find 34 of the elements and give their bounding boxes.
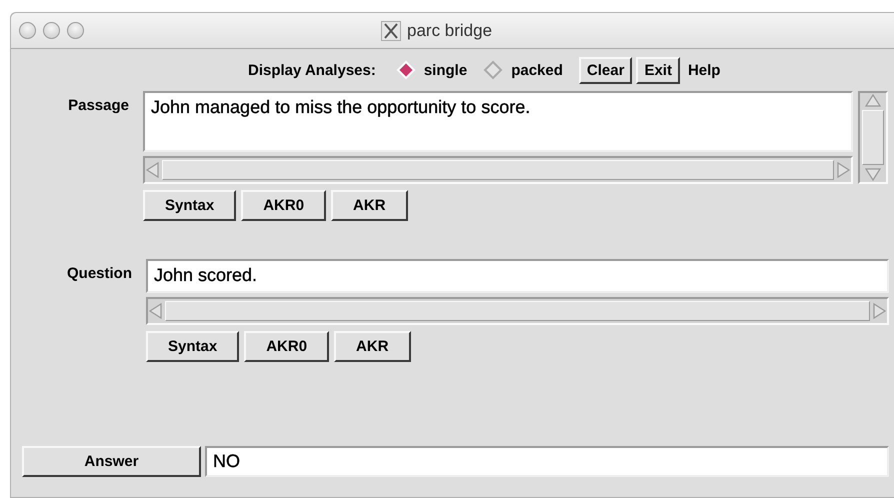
horizontal-scrollbar[interactable] bbox=[146, 297, 889, 325]
analysis-button[interactable]: Syntax bbox=[146, 331, 240, 362]
radio-option[interactable]: packed bbox=[483, 60, 563, 80]
up-arrow-icon[interactable] bbox=[864, 93, 882, 108]
toolbar-button[interactable]: Exit bbox=[636, 56, 680, 84]
analysis-button[interactable]: AKR bbox=[331, 190, 408, 221]
left-arrow-icon[interactable] bbox=[148, 302, 163, 320]
toolbar-button[interactable]: Clear bbox=[578, 56, 632, 84]
answer-field[interactable]: NO bbox=[205, 446, 889, 477]
answer-button[interactable]: Answer bbox=[22, 446, 201, 477]
radio-diamond-icon bbox=[483, 60, 504, 80]
display-analyses-label: Display Analyses: bbox=[248, 62, 376, 78]
analysis-button[interactable]: Syntax bbox=[143, 190, 236, 221]
passage-field[interactable]: John managed to miss the opportunity to score. bbox=[143, 91, 853, 152]
question-label: Question bbox=[66, 265, 132, 284]
window-control-icon[interactable] bbox=[67, 22, 84, 39]
radio-diamond-icon bbox=[396, 60, 416, 80]
vertical-scrollbar[interactable] bbox=[858, 91, 888, 184]
horizontal-scrollbar[interactable] bbox=[143, 156, 853, 184]
window-title: parc bridge bbox=[407, 21, 492, 41]
radio-option[interactable]: single bbox=[396, 60, 468, 80]
analysis-button[interactable]: AKR0 bbox=[244, 331, 330, 362]
left-arrow-icon[interactable] bbox=[145, 161, 160, 179]
down-arrow-icon[interactable] bbox=[864, 167, 882, 182]
right-arrow-icon[interactable] bbox=[872, 302, 887, 320]
analysis-button[interactable]: AKR0 bbox=[241, 190, 326, 221]
window-control-icon[interactable] bbox=[43, 22, 60, 39]
passage-label: Passage bbox=[68, 97, 129, 116]
analysis-button[interactable]: AKR bbox=[334, 331, 411, 362]
window-control-icon[interactable] bbox=[19, 22, 36, 39]
x-window-icon bbox=[381, 21, 401, 41]
menu-button[interactable]: Help bbox=[684, 58, 724, 82]
right-arrow-icon[interactable] bbox=[836, 161, 851, 179]
question-field[interactable]: John scored. bbox=[146, 259, 889, 293]
